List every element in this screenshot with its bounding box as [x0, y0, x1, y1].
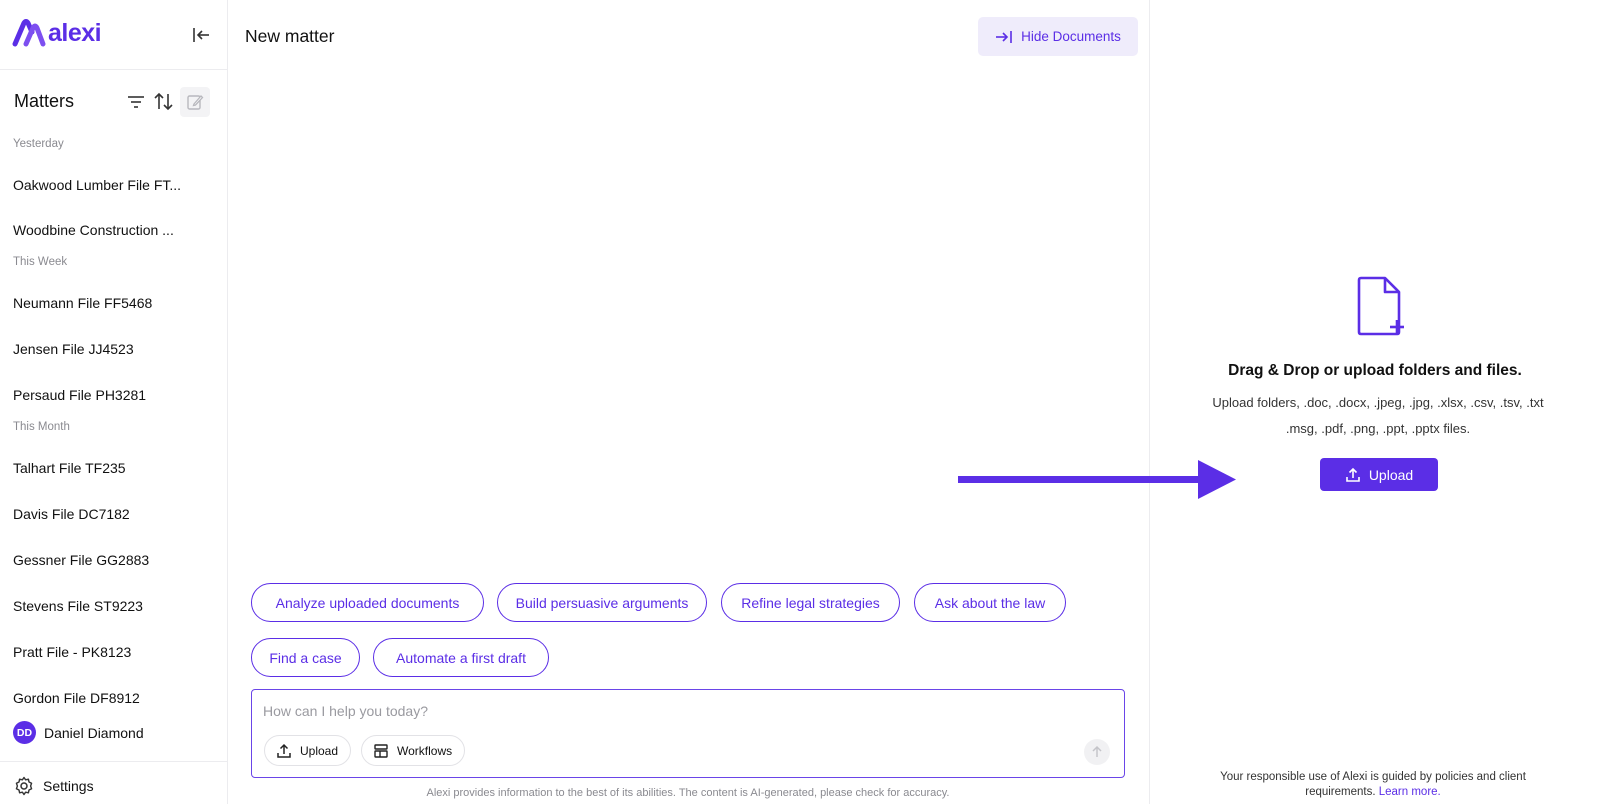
learn-more-link[interactable]: Learn more.: [1379, 786, 1441, 798]
matter-item[interactable]: Gessner File GG2883: [13, 552, 189, 568]
settings-button[interactable]: Settings: [14, 776, 94, 796]
chat-upload-label: Upload: [300, 743, 339, 758]
file-add-icon: [1357, 276, 1404, 336]
alexi-logo[interactable]: alexi: [12, 18, 102, 48]
edit-icon: [187, 95, 204, 110]
chat-input[interactable]: [263, 700, 1043, 722]
suggestion-chip[interactable]: Analyze uploaded documents: [251, 583, 484, 622]
matter-item[interactable]: Persaud File PH3281: [13, 387, 189, 403]
matter-item[interactable]: Talhart File TF235: [13, 460, 189, 476]
upload-icon: [1346, 467, 1360, 482]
hide-documents-label: Hide Documents: [1021, 29, 1121, 44]
send-button[interactable]: [1084, 739, 1110, 765]
matter-item[interactable]: Neumann File FF5468: [13, 295, 189, 311]
matter-item[interactable]: Jensen File JJ4523: [13, 341, 189, 357]
ai-disclaimer: Alexi provides information to the best o…: [426, 787, 950, 799]
sidebar-divider: [0, 69, 228, 70]
collapse-sidebar-icon[interactable]: [190, 24, 212, 46]
annotation-arrow-icon: [958, 460, 1236, 499]
workflows-label: Workflows: [397, 743, 453, 758]
matters-title: Matters: [14, 91, 75, 111]
logo-text: alexi: [48, 18, 102, 47]
drop-zone-title: Drag & Drop or upload folders and files.: [1228, 362, 1522, 379]
user-name: Daniel Diamond: [44, 724, 144, 741]
user-profile[interactable]: DD Daniel Diamond: [13, 721, 144, 744]
avatar: DD: [13, 721, 36, 744]
filter-icon[interactable]: [126, 92, 146, 112]
workflows-button[interactable]: Workflows: [361, 735, 466, 766]
sort-icon[interactable]: [153, 91, 174, 112]
suggestion-chip[interactable]: Refine legal strategies: [721, 583, 900, 622]
gear-icon: [15, 776, 33, 796]
matter-item[interactable]: Davis File DC7182: [13, 506, 189, 522]
matter-item[interactable]: Oakwood Lumber File FT...: [13, 177, 189, 193]
suggestion-chip[interactable]: Automate a first draft: [373, 638, 549, 677]
suggestion-chip[interactable]: Build persuasive arguments: [497, 583, 707, 622]
matter-item[interactable]: Stevens File ST9223: [13, 598, 189, 614]
arrow-up-icon: [1092, 745, 1102, 757]
new-matter-button[interactable]: [180, 87, 210, 117]
suggestion-chip[interactable]: Ask about the law: [914, 583, 1066, 622]
main-panel: New matter Hide Documents Analyze upload…: [229, 0, 1157, 804]
policy-text: Your responsible use of Alexi is guided …: [1220, 771, 1526, 798]
arrow-right-to-line-icon: [996, 30, 1012, 43]
matter-item[interactable]: Pratt File - PK8123: [13, 644, 189, 660]
group-label-yesterday: Yesterday: [13, 138, 64, 150]
documents-panel: Drag & Drop or upload folders and files.…: [1149, 0, 1600, 804]
policy-notice: Your responsible use of Alexi is guided …: [1190, 770, 1556, 800]
suggestion-chip[interactable]: Find a case: [251, 638, 360, 677]
settings-label: Settings: [43, 778, 94, 794]
matter-item[interactable]: Gordon File DF8912: [13, 690, 189, 706]
upload-button[interactable]: Upload: [1320, 458, 1438, 491]
chat-composer: Upload Workflows: [251, 689, 1125, 778]
workflows-icon: [374, 743, 388, 758]
matter-item[interactable]: Woodbine Construction ...: [13, 222, 189, 238]
upload-button-label: Upload: [1368, 466, 1414, 483]
sidebar: alexi Matters Yesterday Oakwood Lumber F…: [0, 0, 228, 804]
upload-icon: [277, 743, 291, 758]
page-title: New matter: [245, 26, 335, 46]
group-label-this-week: This Week: [13, 256, 68, 268]
chat-upload-button[interactable]: Upload: [264, 735, 352, 766]
group-label-this-month: This Month: [13, 421, 70, 433]
hide-documents-button[interactable]: Hide Documents: [978, 17, 1138, 56]
alexi-logo-icon: [12, 19, 46, 47]
drop-zone-description: Upload folders, .doc, .docx, .jpeg, .jpg…: [1212, 395, 1544, 436]
sidebar-divider: [0, 761, 228, 762]
